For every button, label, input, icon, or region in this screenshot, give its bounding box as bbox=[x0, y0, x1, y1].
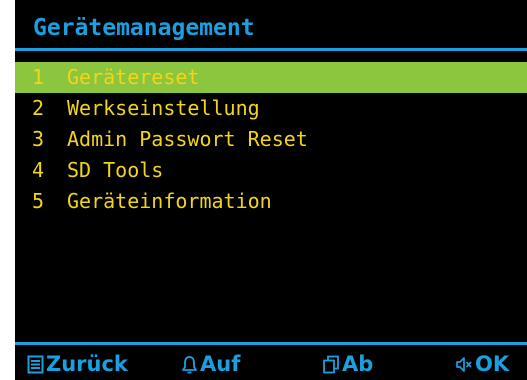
menu-item-factory-settings[interactable]: 2 Werkseinstellung bbox=[15, 93, 527, 124]
settings-menu: 1 Gerätereset 2 Werkseinstellung 3 Admin… bbox=[15, 62, 527, 217]
device-screen: Gerätemanagement 1 Gerätereset 2 Werksei… bbox=[15, 0, 527, 380]
bell-icon bbox=[181, 355, 198, 374]
ok-softkey[interactable]: OK bbox=[455, 349, 509, 380]
ok-softkey-label: OK bbox=[475, 352, 510, 376]
down-softkey-label: Ab bbox=[342, 352, 374, 376]
down-softkey[interactable]: Ab bbox=[322, 349, 373, 380]
menu-item-number: 2 bbox=[32, 96, 45, 120]
screen-title: Gerätemanagement bbox=[33, 15, 255, 41]
copy-icon bbox=[322, 355, 340, 374]
menu-item-label: SD Tools bbox=[67, 158, 164, 182]
menu-item-admin-password-reset[interactable]: 3 Admin Passwort Reset bbox=[15, 124, 527, 155]
menu-item-number: 3 bbox=[32, 127, 45, 151]
back-softkey[interactable]: Zurück bbox=[27, 349, 128, 380]
menu-item-number: 5 bbox=[32, 189, 45, 213]
up-softkey[interactable]: Auf bbox=[181, 349, 240, 380]
menu-item-number: 1 bbox=[32, 65, 45, 89]
softkey-divider bbox=[15, 342, 527, 345]
menu-item-label: Werkseinstellung bbox=[67, 96, 260, 120]
menu-item-label: Geräteinformation bbox=[67, 189, 272, 213]
title-divider bbox=[15, 48, 527, 51]
back-softkey-label: Zurück bbox=[46, 352, 128, 376]
speaker-icon bbox=[455, 355, 473, 374]
menu-item-device-reset[interactable]: 1 Gerätereset bbox=[15, 62, 527, 93]
menu-item-device-information[interactable]: 5 Geräteinformation bbox=[15, 186, 527, 217]
softkey-bar: Zurück Auf Ab OK bbox=[15, 349, 527, 380]
menu-item-label: Gerätereset bbox=[67, 65, 200, 89]
menu-item-number: 4 bbox=[32, 158, 45, 182]
menu-list-icon bbox=[27, 355, 44, 374]
menu-item-label: Admin Passwort Reset bbox=[67, 127, 308, 151]
menu-item-sd-tools[interactable]: 4 SD Tools bbox=[15, 155, 527, 186]
up-softkey-label: Auf bbox=[200, 352, 241, 376]
